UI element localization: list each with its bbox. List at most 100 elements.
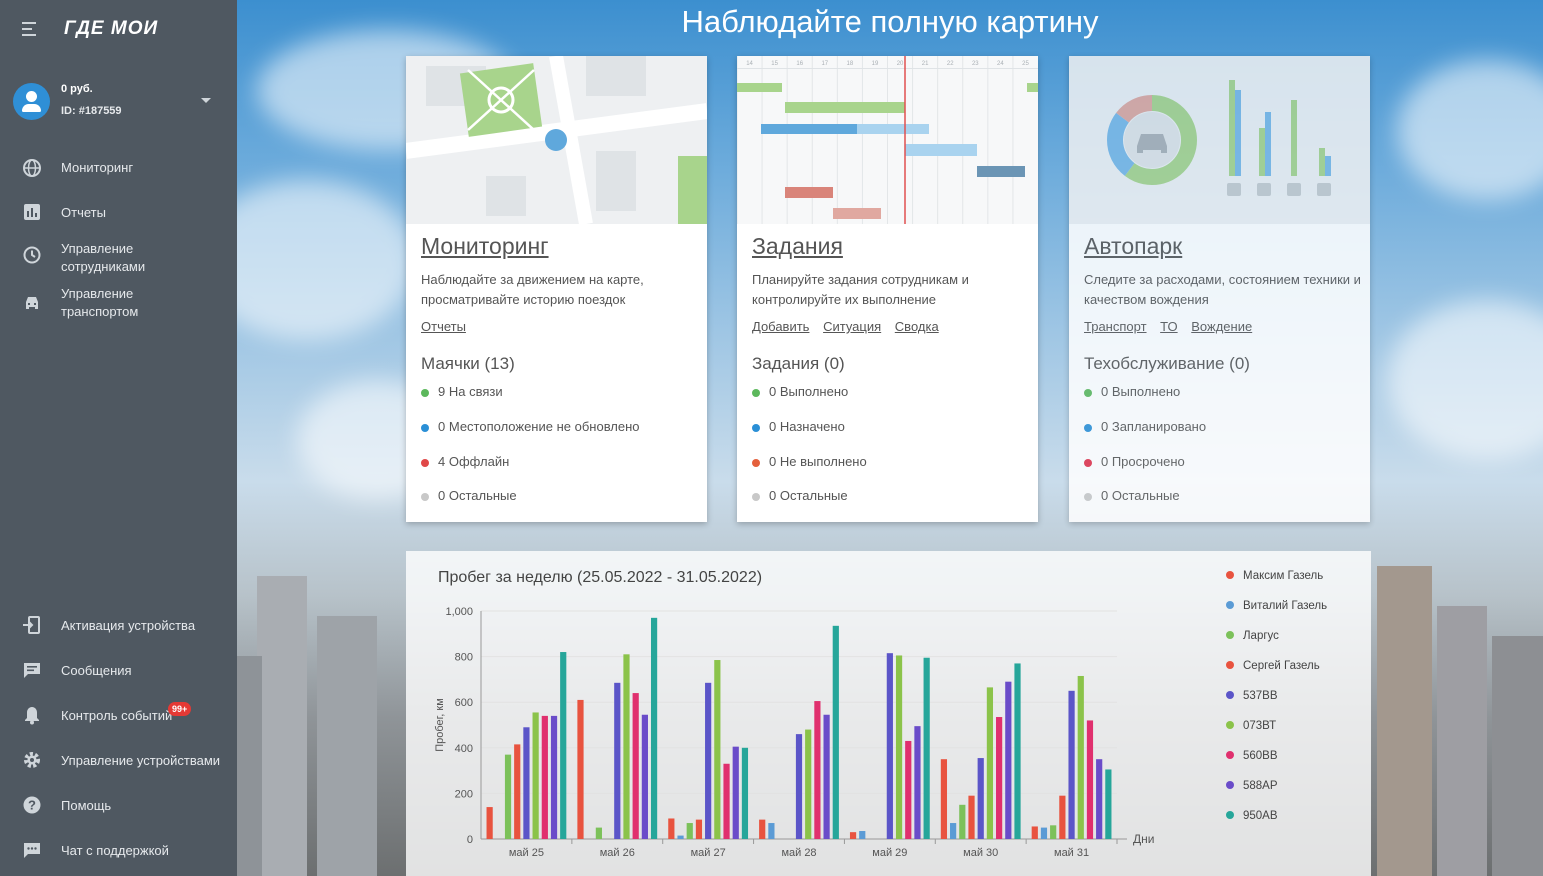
bar: [886, 653, 893, 839]
card-title[interactable]: Задания: [752, 233, 843, 260]
card-description: Следите за расходами, состоянием техники…: [1084, 272, 1361, 307]
x-tick-label: май 27: [691, 847, 726, 859]
bar: [905, 740, 912, 839]
card-subtitle: Задания (0): [752, 354, 845, 373]
bar: [1068, 690, 1075, 839]
bar: [595, 827, 602, 839]
bar-chart-icon: [22, 202, 42, 222]
nav-item-reports[interactable]: Отчеты: [0, 202, 237, 224]
status-dot: [1084, 492, 1092, 501]
status-dot: [1084, 423, 1092, 432]
help-icon: ?: [22, 795, 42, 815]
link-driving[interactable]: Вождение: [1191, 319, 1252, 334]
link-transport[interactable]: Транспорт: [1084, 319, 1147, 334]
map-illustration: [406, 56, 707, 224]
stat-item: 0 Остальные: [752, 488, 848, 503]
monitoring-card: Мониторинг Наблюдайте за движением на ка…: [406, 56, 707, 522]
bell-icon: [22, 705, 42, 725]
clock-icon: [22, 245, 42, 265]
stat-item: 0 Запланировано: [1084, 419, 1206, 434]
x-tick-label: май 26: [600, 847, 635, 859]
bar: [1014, 663, 1021, 839]
gear-icon: [22, 750, 42, 770]
bar: [560, 652, 567, 839]
bar: [732, 746, 739, 839]
bar: [550, 715, 558, 839]
bar: [641, 714, 648, 839]
legend-marker: [1226, 751, 1234, 759]
nav-item-device-management[interactable]: Управление устройствами: [0, 750, 237, 772]
link-reports[interactable]: Отчеты: [421, 319, 466, 334]
stat-item: 0 Выполнено: [1084, 384, 1180, 399]
gantt-tick-label: 21: [922, 61, 929, 67]
legend-marker: [1226, 691, 1234, 699]
card-title[interactable]: Мониторинг: [421, 233, 549, 260]
avatar[interactable]: [13, 83, 50, 120]
device-enter-icon: [22, 615, 42, 635]
nav-item-label: Отчеты: [61, 205, 106, 220]
link-maintenance[interactable]: ТО: [1160, 319, 1177, 334]
bar: [741, 747, 749, 839]
nav-item-label: Сообщения: [61, 663, 132, 678]
y-tick-label: 800: [455, 652, 473, 664]
bar: [614, 682, 621, 839]
stat-item: 0 Назначено: [752, 419, 845, 434]
message-icon: [22, 660, 42, 680]
account-panel[interactable]: 0 руб. ID: #187559: [0, 74, 237, 130]
nav-item-monitoring[interactable]: Мониторинг: [0, 157, 237, 179]
bar: [849, 832, 857, 839]
nav-item-support-chat[interactable]: Чат с поддержкой: [0, 840, 237, 862]
card-links: Транспорт ТО Вождение: [1084, 319, 1262, 334]
legend-item: 073ВТ: [1243, 720, 1276, 732]
nav-item-transport[interactable]: Управление транспортом: [0, 285, 237, 323]
bar: [950, 823, 957, 839]
bar: [1050, 825, 1057, 839]
y-tick-label: 1,000: [445, 606, 473, 618]
bar: [805, 729, 812, 839]
nav-item-employees[interactable]: Управление сотрудниками: [0, 240, 237, 278]
bar: [1096, 759, 1103, 839]
stat-item: 4 Оффлайн: [421, 454, 509, 469]
nav-item-device-activation[interactable]: Активация устройства: [0, 615, 237, 637]
legend-marker: [1226, 781, 1234, 789]
legend-marker: [1226, 721, 1234, 729]
legend-item: Максим Газель: [1243, 570, 1323, 582]
logo[interactable]: ГДЕ МОИ: [64, 18, 158, 40]
bar: [514, 744, 521, 839]
link-situation[interactable]: Ситуация: [823, 319, 881, 334]
stat-item: 0 Выполнено: [752, 384, 848, 399]
bar: [686, 823, 693, 839]
bar: [977, 758, 984, 839]
card-title[interactable]: Автопарк: [1084, 233, 1182, 260]
menu-collapse-icon[interactable]: [22, 22, 40, 36]
x-tick-label: май 25: [509, 847, 544, 859]
x-tick-label: май 29: [872, 847, 907, 859]
nav-item-label: Управление транспортом: [61, 286, 139, 319]
bar: [623, 654, 630, 839]
bar: [1105, 769, 1112, 839]
stat-item: 0 Остальные: [1084, 488, 1180, 503]
nav-item-messages[interactable]: Сообщения: [0, 660, 237, 682]
bar: [832, 625, 839, 839]
bar: [823, 714, 830, 839]
status-dot: [421, 423, 429, 432]
account-id: ID: #187559: [61, 105, 122, 117]
status-dot: [752, 492, 760, 501]
bar: [895, 655, 903, 839]
bar: [859, 831, 866, 839]
notification-badge: 99+: [168, 702, 192, 716]
y-tick-label: 600: [455, 697, 473, 709]
gantt-tick-label: 20: [897, 61, 904, 67]
chevron-down-icon[interactable]: [201, 98, 211, 103]
card-description: Наблюдайте за движением на карте, просма…: [421, 272, 644, 307]
link-add[interactable]: Добавить: [752, 319, 809, 334]
y-tick-label: 200: [455, 788, 473, 800]
chat-icon: [22, 840, 42, 860]
y-tick-label: 0: [467, 834, 473, 846]
link-summary[interactable]: Сводка: [895, 319, 939, 334]
gantt-tick-label: 22: [947, 61, 954, 67]
legend-marker: [1226, 631, 1234, 639]
gantt-illustration: 14 15 16 17 18 19 20 21 22 23 24 25: [737, 56, 1038, 224]
nav-item-events[interactable]: Контроль событий 99+: [0, 702, 237, 727]
nav-item-help[interactable]: ? Помощь: [0, 795, 237, 817]
